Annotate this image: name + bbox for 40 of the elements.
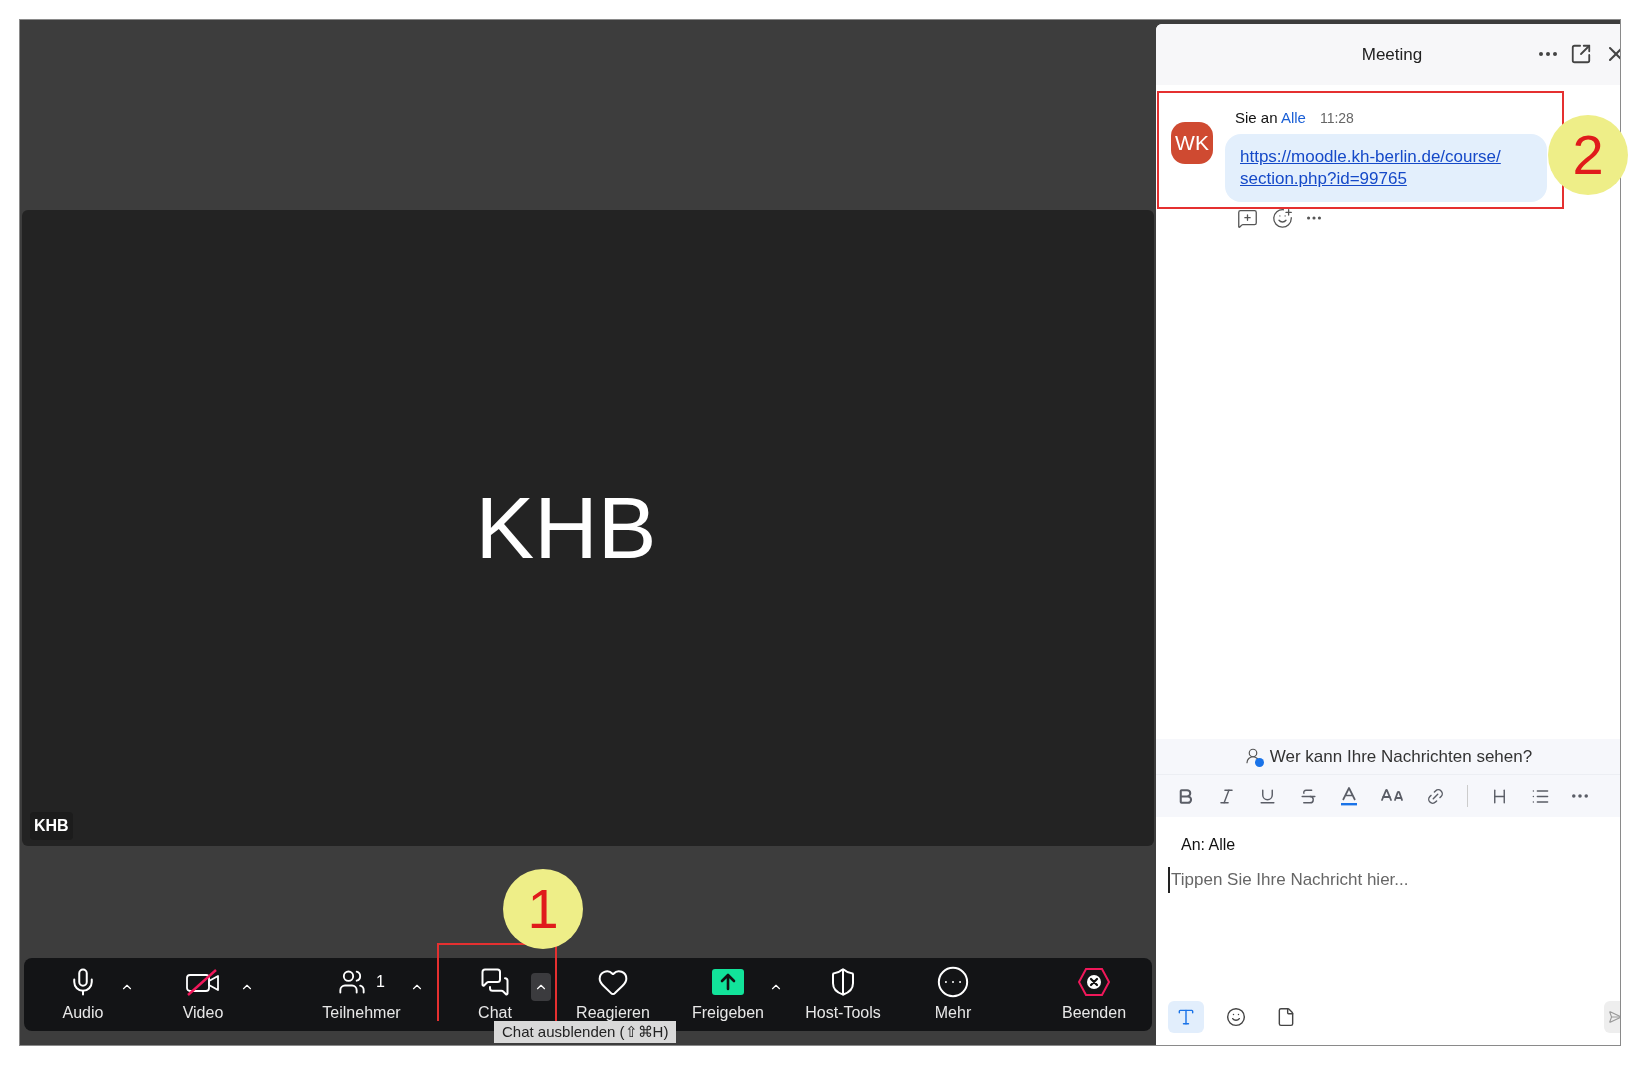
smiley-icon [1226,1007,1246,1027]
end-button[interactable]: Beenden [1054,963,1134,1025]
panel-title: Meeting [1360,43,1423,66]
more-icon [936,965,970,999]
user-shield-icon [1243,746,1264,767]
user-avatar: WK [1171,122,1213,164]
video-button[interactable]: Video [167,963,239,1025]
audio-button[interactable]: Audio [47,963,119,1025]
send-icon [1608,1010,1620,1024]
font-color-icon [1340,786,1358,806]
text-format-button[interactable] [1168,1001,1204,1033]
share-upload-icon [712,969,744,995]
strikethrough-icon [1299,786,1318,806]
message-input[interactable]: Tippen Sie Ihre Nachricht hier... [1168,867,1608,893]
more-button[interactable]: Mehr [917,963,989,1025]
add-reaction-icon[interactable] [1272,207,1293,229]
reply-icon[interactable] [1237,207,1258,229]
recipient-line: An: Alle [1181,835,1237,855]
tooltip: Chat ausblenden (⇧⌘H) [494,1021,677,1043]
italic-icon [1217,786,1236,806]
people-icon [338,968,367,996]
host-button[interactable]: Host-Tools [798,963,888,1025]
more-icon [1572,794,1588,798]
end-hexagon-icon [1077,967,1111,997]
more-icon[interactable] [1307,216,1321,220]
message-link[interactable]: https://moodle.kh-berlin.de/course/ section.php?id=99765 [1240,145,1532,190]
participant-count: 1 [376,972,385,992]
message-sender: Sie an Alle [1235,108,1306,128]
chat-bubbles-icon [480,967,510,997]
chat-options-button[interactable] [531,973,551,1001]
more-options-icon[interactable] [1538,52,1558,56]
participant-name-tag: KHB [30,812,73,840]
privacy-notice-link[interactable]: Wer kann Ihre Nachrichten sehen? [1269,743,1533,770]
file-icon [1276,1007,1296,1027]
text-format-icon [1176,1007,1196,1027]
participant-display-name: KHB [475,484,657,572]
message-time: 11:28 [1319,109,1354,128]
pop-out-icon[interactable] [1570,43,1592,65]
participants-button[interactable]: 1 Teilnehmer [314,963,409,1025]
share-button[interactable]: Freigeben [688,963,768,1025]
